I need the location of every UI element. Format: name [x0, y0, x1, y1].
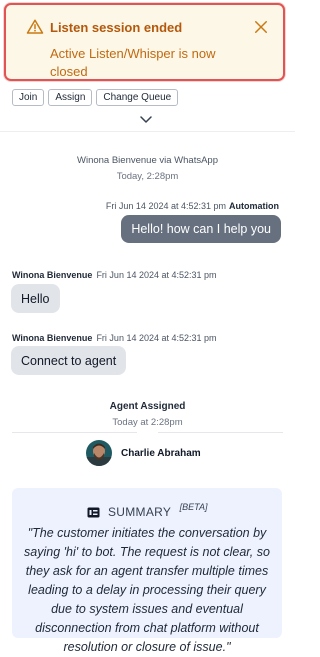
summary-card: SUMMARY [BETA] "The customer initiates t…: [12, 488, 282, 654]
chevron-down-icon[interactable]: [140, 116, 152, 124]
summary-text: "The customer initiates the conversation…: [24, 526, 270, 654]
conversation-actions: Join Assign Change Queue: [12, 89, 179, 106]
agent-assigned-title: Agent Assigned: [109, 401, 186, 412]
summary-label: SUMMARY: [107, 505, 172, 520]
toast-message: Active Listen/Whisper is now closed: [50, 46, 216, 79]
message-meta: Winona Bienvenue Fri Jun 14 2024 at 4:52:…: [12, 270, 217, 280]
warning-icon: [26, 19, 44, 34]
message-timestamp: Fri Jun 14 2024 at 4:52:31 pm: [96, 333, 217, 343]
message-timestamp: Fri Jun 14 2024 at 4:52:31 pm: [96, 270, 217, 280]
listen-session-toast: Listen session ended Active Listen/Whisp…: [4, 3, 285, 81]
close-icon[interactable]: [252, 18, 270, 36]
agent-name: Charlie Abraham: [121, 447, 201, 459]
divider: [0, 131, 295, 132]
message-meta: Fri Jun 14 2024 at 4:52:31 pm Automation: [106, 201, 279, 211]
message-sender: Automation: [229, 201, 279, 211]
conversation-source: Winona Bienvenue via WhatsApp: [77, 155, 218, 166]
divider: [158, 432, 283, 433]
agent-assigned-time: Today at 2:28pm: [112, 417, 183, 428]
join-button[interactable]: Join: [12, 89, 45, 106]
change-queue-button[interactable]: Change Queue: [96, 89, 179, 106]
assign-button[interactable]: Assign: [48, 89, 93, 106]
message-meta: Winona Bienvenue Fri Jun 14 2024 at 4:52:…: [12, 333, 217, 343]
message-timestamp: Fri Jun 14 2024 at 4:52:31 pm: [105, 201, 226, 211]
divider: [12, 432, 137, 433]
summary-header: SUMMARY [BETA]: [12, 502, 282, 521]
conversation-source-time: Today, 2:28pm: [116, 171, 179, 182]
message-bubble-incoming: Connect to agent: [11, 346, 127, 375]
toast-title: Listen session ended: [50, 20, 183, 35]
avatar: [86, 440, 112, 466]
summary-icon: [87, 507, 99, 518]
message-sender: Winona Bienvenue: [12, 333, 93, 343]
beta-badge: [BETA]: [179, 502, 208, 512]
assigned-agent: Charlie Abraham: [86, 440, 201, 466]
message-bubble-incoming: Hello: [11, 284, 60, 313]
message-bubble-outgoing: Hello! how can I help you: [121, 215, 281, 243]
message-sender: Winona Bienvenue: [12, 270, 93, 280]
